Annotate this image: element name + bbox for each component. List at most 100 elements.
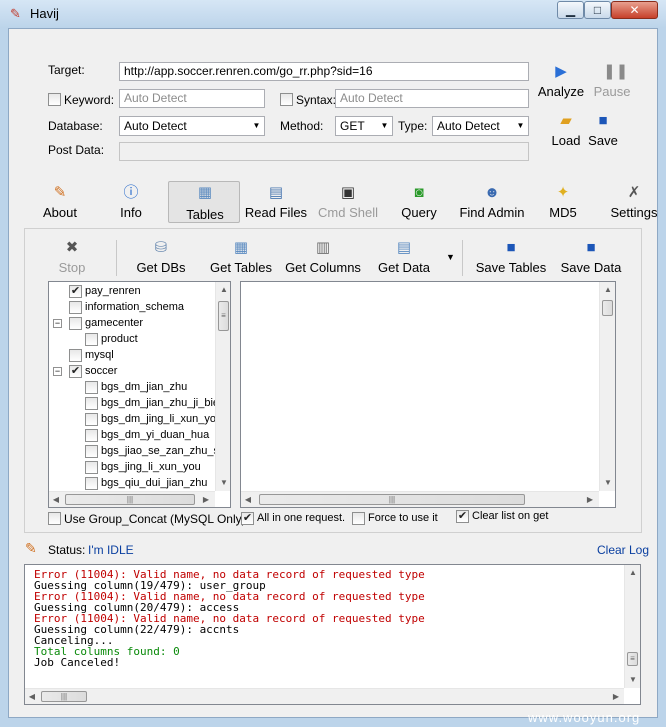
cmd-shell-icon: ▣: [340, 184, 356, 201]
tab-find-admin[interactable]: ☻ Find Admin: [456, 185, 528, 221]
keyword-checkbox[interactable]: [48, 93, 61, 106]
tab-info[interactable]: ⓘ Info: [114, 185, 148, 221]
syntax-checkbox[interactable]: [280, 93, 293, 106]
tree-node[interactable]: ✔ pay_renren: [49, 284, 215, 300]
type-select[interactable]: Auto Detect ▼: [432, 116, 529, 136]
tree-node-checkbox[interactable]: [69, 301, 82, 314]
log-vertical-scrollbar[interactable]: ▲ ≡ ▼: [624, 565, 640, 688]
get-dbs-button[interactable]: ⛁ Get DBs: [134, 240, 188, 276]
grid-horizontal-scrollbar[interactable]: ◀ ||| ▶: [241, 491, 599, 507]
get-columns-button[interactable]: ▥ Get Columns: [284, 240, 362, 276]
tree-node-checkbox[interactable]: [85, 413, 98, 426]
data-grid[interactable]: ▲ ▼ ◀ ||| ▶: [240, 281, 616, 508]
tree-node[interactable]: information_schema: [49, 300, 215, 316]
database-select[interactable]: Auto Detect ▼: [119, 116, 265, 136]
pause-button[interactable]: ❚❚ Pause: [590, 64, 634, 100]
load-button[interactable]: ▰ Load: [548, 113, 584, 149]
clear-list-checkbox[interactable]: ✔: [456, 510, 469, 523]
tab-tables[interactable]: ▦ Tables: [180, 185, 230, 223]
postdata-input[interactable]: [119, 142, 529, 161]
tree-node-checkbox[interactable]: [69, 317, 82, 330]
force-checkbox[interactable]: [352, 512, 365, 525]
tree-expander-icon[interactable]: −: [53, 319, 62, 328]
read-files-icon: ▤: [268, 184, 284, 201]
scroll-down-arrow-icon[interactable]: ▼: [216, 475, 230, 491]
scroll-thumb[interactable]: ≡: [627, 652, 638, 666]
table-icon: ▦: [233, 239, 249, 256]
tree-node-checkbox[interactable]: [85, 333, 98, 346]
tab-settings[interactable]: ✗ Settings: [610, 185, 658, 221]
scroll-right-arrow-icon[interactable]: ▶: [583, 492, 597, 507]
scroll-thumb[interactable]: [602, 300, 613, 316]
tree-node[interactable]: mysql: [49, 348, 215, 364]
scroll-down-arrow-icon[interactable]: ▼: [625, 672, 640, 688]
tree-node[interactable]: bgs_jing_li_xun_you: [49, 460, 215, 476]
log-horizontal-scrollbar[interactable]: ◀ ||| ▶: [25, 688, 624, 704]
tab-md5[interactable]: ✦ MD5: [546, 185, 580, 221]
scroll-left-arrow-icon[interactable]: ◀: [25, 689, 39, 704]
minimize-button[interactable]: ▁: [557, 1, 584, 19]
tree-node[interactable]: bgs_dm_jing_li_xun_you: [49, 412, 215, 428]
tree-node[interactable]: bgs_dm_jian_zhu: [49, 380, 215, 396]
scroll-up-arrow-icon[interactable]: ▲: [600, 282, 615, 298]
analyze-button[interactable]: ▶ Analyze: [536, 64, 586, 100]
log-output[interactable]: Error (11004): Valid name, no data recor…: [24, 564, 641, 705]
group-concat-checkbox[interactable]: [48, 512, 61, 525]
tree-node-checkbox[interactable]: [85, 477, 98, 490]
save-data-button[interactable]: ■ Save Data: [560, 240, 622, 276]
tab-query[interactable]: ◙ Query: [398, 185, 440, 221]
get-tables-button[interactable]: ▦ Get Tables: [208, 239, 274, 276]
scroll-thumb[interactable]: |||: [259, 494, 525, 505]
tree-node[interactable]: product: [49, 332, 215, 348]
method-label: Method:: [280, 119, 324, 133]
save-tables-button[interactable]: ■ Save Tables: [474, 240, 548, 276]
method-select[interactable]: GET ▼: [335, 116, 393, 136]
tree-node-checkbox[interactable]: [85, 429, 98, 442]
save-button[interactable]: ■ Save: [586, 113, 620, 149]
scroll-up-arrow-icon[interactable]: ▲: [625, 565, 640, 581]
tree-expander-icon[interactable]: −: [53, 367, 62, 376]
get-columns-label: Get Columns: [285, 260, 361, 275]
grid-vertical-scrollbar[interactable]: ▲ ▼: [599, 282, 615, 491]
scroll-right-arrow-icon[interactable]: ▶: [609, 689, 623, 704]
tree-node[interactable]: bgs_jiao_se_zan_zhu_s: [49, 444, 215, 460]
close-button[interactable]: ✕: [611, 1, 658, 19]
tree-node-checkbox[interactable]: ✔: [69, 365, 82, 378]
clear-log-link[interactable]: Clear Log: [597, 543, 649, 557]
tree-node[interactable]: bgs_dm_jian_zhu_ji_bie: [49, 396, 215, 412]
target-input[interactable]: http://app.soccer.renren.com/go_rr.php?s…: [119, 62, 529, 81]
tree-node-checkbox[interactable]: [85, 445, 98, 458]
syntax-input[interactable]: Auto Detect: [335, 89, 529, 108]
get-data-dropdown-arrow[interactable]: ▼: [446, 252, 455, 262]
save-label: Save: [588, 133, 618, 148]
maximize-button[interactable]: □: [584, 1, 611, 19]
stop-button[interactable]: ✖ Stop: [52, 240, 92, 276]
scroll-down-arrow-icon[interactable]: ▼: [600, 475, 615, 491]
tree-node[interactable]: − ✔ soccer: [49, 364, 215, 380]
tree-horizontal-scrollbar[interactable]: ◀ ||| ▶: [49, 491, 215, 507]
tree-vertical-scrollbar[interactable]: ▲ ≡ ▼: [215, 282, 230, 491]
scroll-thumb[interactable]: |||: [65, 494, 195, 505]
tree-node-checkbox[interactable]: [85, 397, 98, 410]
scroll-right-arrow-icon[interactable]: ▶: [199, 492, 213, 507]
scroll-thumb[interactable]: ≡: [218, 301, 229, 331]
scroll-up-arrow-icon[interactable]: ▲: [216, 282, 230, 298]
get-data-button[interactable]: ▤ Get Data: [376, 239, 432, 276]
database-tree[interactable]: ✔ pay_renren information_schema − gamecenter…: [48, 281, 231, 508]
tab-about[interactable]: ✎ About: [38, 185, 82, 221]
scroll-left-arrow-icon[interactable]: ◀: [241, 492, 255, 507]
scroll-left-arrow-icon[interactable]: ◀: [49, 492, 63, 507]
tree-node-checkbox[interactable]: ✔: [69, 285, 82, 298]
tree-node-checkbox[interactable]: [85, 461, 98, 474]
all-in-one-checkbox[interactable]: ✔: [241, 512, 254, 525]
tree-node[interactable]: bgs_dm_yi_duan_hua: [49, 428, 215, 444]
scroll-thumb[interactable]: |||: [41, 691, 87, 702]
tree-node-checkbox[interactable]: [69, 349, 82, 362]
tree-node[interactable]: bgs_qiu_dui_jian_zhu: [49, 476, 215, 490]
data-icon: ▤: [396, 239, 412, 256]
tab-read-files[interactable]: ▤ Read Files: [244, 184, 308, 221]
tree-node[interactable]: − gamecenter: [49, 316, 215, 332]
keyword-input[interactable]: Auto Detect: [119, 89, 265, 108]
tab-cmd-shell[interactable]: ▣ Cmd Shell: [316, 184, 380, 221]
tree-node-checkbox[interactable]: [85, 381, 98, 394]
